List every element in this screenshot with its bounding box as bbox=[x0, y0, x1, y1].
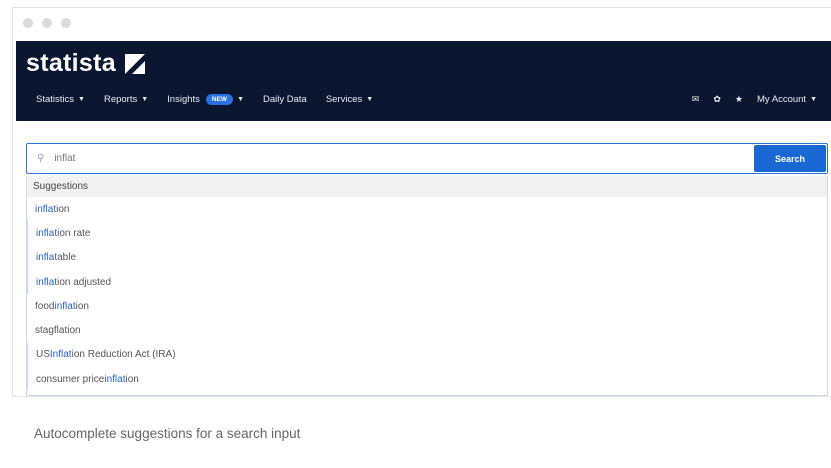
suggestion-text: US bbox=[36, 349, 50, 361]
nav-services[interactable]: Services ▼ bbox=[326, 94, 373, 105]
suggestion-match: inflat bbox=[35, 203, 57, 215]
chevron-down-icon: ▼ bbox=[237, 96, 245, 103]
nav-reports[interactable]: Reports ▼ bbox=[104, 94, 148, 105]
logo-mark-icon bbox=[124, 53, 145, 74]
account-label: My Account bbox=[756, 94, 807, 105]
chevron-down-icon: ▼ bbox=[810, 96, 817, 103]
search-box: ⚲ Search bbox=[26, 143, 828, 174]
mail-icon[interactable]: ✉ bbox=[692, 94, 700, 105]
suggestion-item[interactable]: inflat ion bbox=[27, 197, 827, 221]
suggestion-item[interactable]: consumer price inflat ion bbox=[27, 367, 827, 392]
search-button[interactable]: Search bbox=[754, 145, 826, 172]
suggestion-item[interactable]: inflat able bbox=[27, 245, 827, 270]
suggestion-text: ion bbox=[56, 203, 70, 215]
statista-logo[interactable]: statista bbox=[26, 49, 145, 78]
suggestions-dropdown: Suggestions inflat ion inflat ion rate infla… bbox=[26, 176, 828, 396]
suggestion-match: Inflat bbox=[49, 349, 72, 361]
chevron-down-icon: ▼ bbox=[141, 96, 149, 103]
suggestion-text: able bbox=[57, 252, 77, 264]
search-icon: ⚲ bbox=[37, 153, 45, 164]
nav-daily-data-label: Daily Data bbox=[263, 94, 307, 105]
nav-reports-label: Reports bbox=[103, 94, 138, 105]
suggestion-match: inflat bbox=[36, 276, 58, 288]
nav-insights-label: Insights bbox=[167, 94, 200, 105]
nav-services-label: Services bbox=[325, 94, 363, 105]
suggestion-item[interactable]: US Inflat ion Reduction Act (IRA) bbox=[27, 342, 827, 368]
main-nav: Statistics ▼ Reports ▼ Insights NEW ▼ Da… bbox=[36, 94, 392, 105]
suggestion-match: inflat bbox=[36, 227, 58, 239]
suggestion-item[interactable]: food inflat ion bbox=[27, 294, 827, 318]
logo-text: statista bbox=[26, 49, 116, 77]
nav-statistics[interactable]: Statistics ▼ bbox=[36, 94, 85, 105]
figure-caption: Autocomplete suggestions for a search in… bbox=[34, 426, 301, 441]
nav-insights[interactable]: Insights NEW ▼ bbox=[167, 94, 244, 105]
nav-statistics-label: Statistics bbox=[36, 94, 75, 105]
suggestion-text: consumer price bbox=[36, 373, 105, 385]
suggestion-text: ion bbox=[125, 373, 139, 385]
suggestion-text: ion adjusted bbox=[57, 276, 112, 288]
settings-icon[interactable]: ✿ bbox=[713, 94, 721, 105]
star-icon[interactable]: ★ bbox=[735, 94, 743, 105]
suggestions-header: Suggestions bbox=[27, 176, 827, 197]
search-area: ⚲ Search Suggestions inflationinflation … bbox=[16, 121, 831, 396]
browser-window: statista Statistics ▼ Reports ▼ Insights… bbox=[12, 7, 831, 396]
chevron-down-icon: ▼ bbox=[78, 96, 85, 103]
suggestion-text: ion rate bbox=[57, 227, 91, 239]
search-input[interactable] bbox=[52, 152, 657, 165]
window-maximize-control[interactable] bbox=[61, 18, 71, 28]
suggestion-text: stagflation bbox=[35, 325, 81, 337]
suggestion-text: food bbox=[35, 300, 55, 312]
window-minimize-control[interactable] bbox=[42, 18, 52, 28]
header-actions: ✉ ✿ ★ My Account ▼ bbox=[678, 94, 817, 105]
suggestion-match: inflat bbox=[54, 300, 76, 312]
nav-daily-data[interactable]: Daily Data bbox=[263, 94, 307, 105]
suggestion-item[interactable]: inflat ion rate bbox=[27, 221, 827, 246]
suggestion-text: ion bbox=[75, 300, 89, 312]
suggestion-item[interactable]: inflat ion adjusted bbox=[27, 269, 827, 295]
window-close-control[interactable] bbox=[23, 18, 33, 28]
suggestions-list: inflat ion inflat ion rate inflat able inflat i… bbox=[27, 197, 827, 392]
suggestion-text: ion Reduction Act (IRA) bbox=[71, 349, 176, 361]
window-titlebar bbox=[13, 8, 831, 41]
caption-divider bbox=[12, 396, 831, 397]
suggestion-match: inflat bbox=[104, 373, 126, 385]
suggestion-match: inflat bbox=[36, 252, 58, 264]
suggestion-item[interactable]: stagflation bbox=[27, 318, 827, 342]
new-badge: NEW bbox=[205, 94, 234, 105]
my-account-menu[interactable]: My Account ▼ bbox=[757, 94, 817, 105]
chevron-down-icon: ▼ bbox=[366, 96, 374, 103]
site-header: statista Statistics ▼ Reports ▼ Insights… bbox=[16, 41, 831, 121]
